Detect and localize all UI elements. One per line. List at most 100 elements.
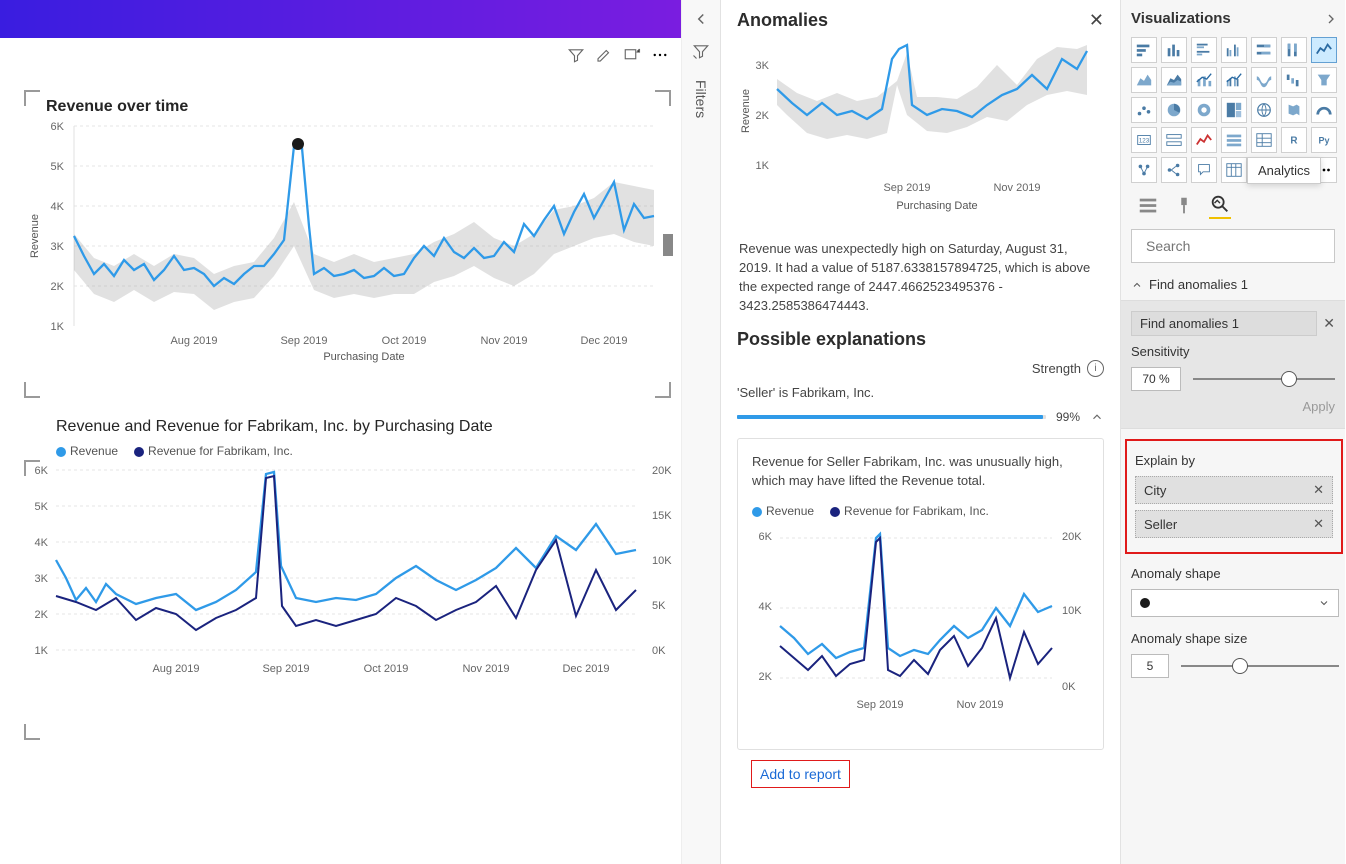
svg-text:10K: 10K [1062, 605, 1082, 617]
report-canvas[interactable]: Revenue over time Revenue 6K 5K 4K 3K 2K… [0, 0, 681, 864]
viz-stacked-area-icon[interactable] [1161, 67, 1187, 93]
selection-handle[interactable] [24, 724, 40, 740]
chevron-right-icon[interactable] [1323, 11, 1339, 27]
focus-icon[interactable] [623, 46, 641, 64]
field-well-seller[interactable]: Seller✕ [1135, 510, 1333, 538]
chevron-up-icon[interactable] [1090, 410, 1104, 424]
svg-text:Sep 2019: Sep 2019 [883, 182, 930, 194]
svg-text:123: 123 [1139, 138, 1150, 145]
find-anomalies-section[interactable]: Find anomalies 1 [1131, 277, 1339, 292]
viz-map-icon[interactable] [1251, 97, 1277, 123]
selection-handle[interactable] [24, 382, 40, 398]
svg-text:Nov 2019: Nov 2019 [480, 335, 527, 347]
chart-legend: Revenue Revenue for Fabrikam, Inc. [56, 444, 681, 458]
viz-waterfall-icon[interactable] [1281, 67, 1307, 93]
viz-line-chart-icon[interactable] [1311, 37, 1337, 63]
viz-100-stacked-column-icon[interactable] [1281, 37, 1307, 63]
visualizations-pane: Visualizations [1120, 0, 1345, 864]
viz-clustered-column-icon[interactable] [1221, 37, 1247, 63]
selection-handle[interactable] [24, 90, 40, 106]
remove-icon[interactable]: ✕ [1323, 315, 1335, 332]
svg-text:2K: 2K [35, 609, 49, 621]
search-input[interactable] [1131, 229, 1335, 263]
viz-line-clustered-column-icon[interactable] [1221, 67, 1247, 93]
viz-clustered-bar-icon[interactable] [1191, 37, 1217, 63]
remove-field-icon[interactable]: ✕ [1313, 482, 1324, 498]
analytics-tab-icon[interactable] [1209, 193, 1231, 219]
sensitivity-slider[interactable] [1193, 378, 1335, 380]
fields-tab-icon[interactable] [1137, 195, 1159, 217]
viz-slicer-icon[interactable] [1221, 127, 1247, 153]
find-anomalies-item[interactable]: Find anomalies 1 [1131, 311, 1317, 336]
viz-decomposition-icon[interactable] [1161, 157, 1187, 183]
explanation-mini-chart: 6K 4K 2K 20K 10K 0K Sep 2019 Nov 2019 [752, 524, 1092, 724]
viz-kpi-icon[interactable] [1191, 127, 1217, 153]
viz-card-icon[interactable]: 123 [1131, 127, 1157, 153]
pane-title: Anomalies [737, 10, 828, 31]
viz-gauge-icon[interactable] [1311, 97, 1337, 123]
svg-text:3K: 3K [51, 241, 65, 253]
chart-visual-revenue-fabrikam[interactable]: 6K 5K 4K 3K 2K 1K 20K 15K 10K 5K 0K Aug … [28, 464, 681, 704]
viz-filled-map-icon[interactable] [1281, 97, 1307, 123]
viz-scatter-icon[interactable] [1131, 97, 1157, 123]
viz-r-icon[interactable]: R [1281, 127, 1307, 153]
viz-100-stacked-bar-icon[interactable] [1251, 37, 1277, 63]
chevron-left-icon[interactable] [692, 10, 710, 28]
viz-qa-icon[interactable] [1191, 157, 1217, 183]
anomaly-mini-chart: Revenue 3K 2K 1K Sep 2019 Nov 2019 Purch… [737, 37, 1105, 217]
viz-funnel-icon[interactable] [1311, 67, 1337, 93]
svg-text:6K: 6K [759, 531, 773, 543]
viz-matrix-icon[interactable] [1221, 157, 1247, 183]
shape-size-input[interactable]: 5 [1131, 654, 1169, 678]
viz-table-icon[interactable] [1251, 127, 1277, 153]
selection-handle[interactable] [655, 382, 671, 398]
svg-text:Aug 2019: Aug 2019 [170, 335, 217, 347]
apply-button[interactable]: Apply [1131, 399, 1335, 414]
viz-python-icon[interactable]: Py [1311, 127, 1337, 153]
remove-field-icon[interactable]: ✕ [1313, 516, 1324, 532]
anomalies-pane: Anomalies ✕ Revenue 3K 2K 1K Sep 2019 No… [720, 0, 1120, 864]
chart-visual-revenue-over-time[interactable]: Revenue over time Revenue 6K 5K 4K 3K 2K… [28, 94, 667, 394]
add-to-report-button[interactable]: Add to report [751, 760, 850, 788]
analytics-tooltip: Analytics [1247, 157, 1321, 184]
viz-stacked-bar-icon[interactable] [1131, 37, 1157, 63]
viz-donut-icon[interactable] [1191, 97, 1217, 123]
filter-icon[interactable] [567, 46, 585, 64]
viz-treemap-icon[interactable] [1221, 97, 1247, 123]
svg-text:2K: 2K [756, 110, 770, 122]
edit-icon[interactable] [595, 46, 613, 64]
format-tab-icon[interactable] [1173, 195, 1195, 217]
explain-by-label: Explain by [1135, 453, 1333, 468]
viz-pie-icon[interactable] [1161, 97, 1187, 123]
shape-size-slider[interactable] [1181, 665, 1339, 667]
svg-text:1K: 1K [756, 160, 770, 172]
drag-handle[interactable] [663, 234, 673, 256]
svg-text:15K: 15K [652, 510, 672, 522]
search-field[interactable] [1144, 237, 1329, 255]
close-icon[interactable]: ✕ [1089, 10, 1104, 31]
viz-multi-card-icon[interactable] [1161, 127, 1187, 153]
x-axis-label: Purchasing Date [323, 351, 404, 363]
viz-area-chart-icon[interactable] [1131, 67, 1157, 93]
svg-text:Py: Py [1318, 136, 1329, 146]
filter-icon[interactable] [692, 42, 710, 60]
viz-line-stacked-column-icon[interactable] [1191, 67, 1217, 93]
explanation-card-text: Revenue for Seller Fabrikam, Inc. was un… [752, 453, 1089, 489]
filters-rail[interactable]: Filters [681, 0, 720, 864]
svg-text:0K: 0K [1062, 681, 1076, 693]
viz-key-influencers-icon[interactable] [1131, 157, 1157, 183]
svg-text:Nov 2019: Nov 2019 [956, 699, 1003, 711]
svg-text:4K: 4K [759, 601, 773, 613]
more-options-icon[interactable] [651, 46, 669, 64]
anomaly-marker[interactable] [292, 138, 304, 150]
viz-stacked-column-icon[interactable] [1161, 37, 1187, 63]
anomaly-shape-select[interactable] [1131, 589, 1339, 617]
info-icon[interactable]: i [1087, 360, 1104, 377]
selection-handle[interactable] [655, 90, 671, 106]
svg-text:Revenue: Revenue [740, 89, 752, 133]
sensitivity-input[interactable]: 70 % [1131, 367, 1181, 391]
viz-ribbon-icon[interactable] [1251, 67, 1277, 93]
svg-text:Nov 2019: Nov 2019 [993, 182, 1040, 194]
selection-handle[interactable] [24, 460, 40, 476]
field-well-city[interactable]: City✕ [1135, 476, 1333, 504]
